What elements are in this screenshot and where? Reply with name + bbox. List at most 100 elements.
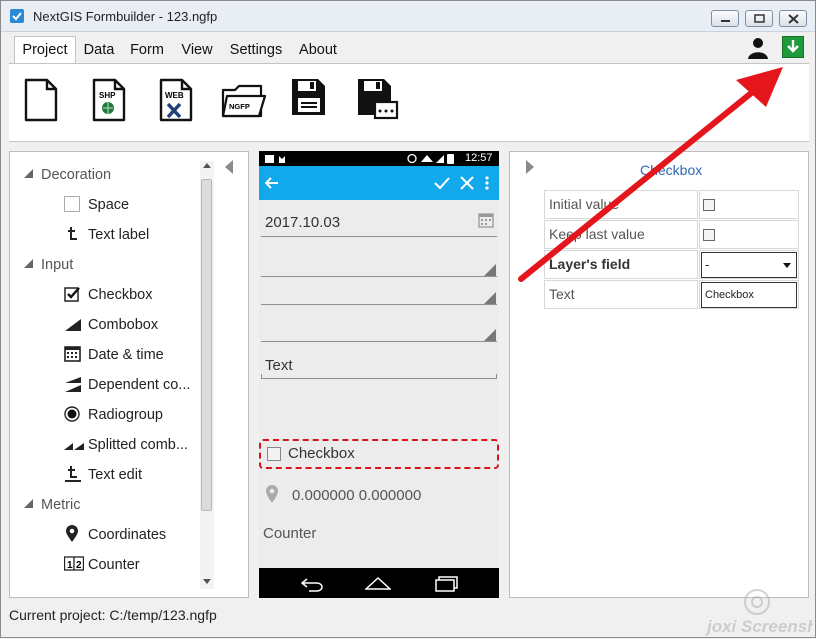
watermark-text: joxi Screenshot	[705, 617, 813, 636]
initial-value-checkbox[interactable]	[703, 199, 715, 211]
tab-project[interactable]: Project	[14, 36, 76, 64]
nav-recents-icon[interactable]	[435, 576, 459, 592]
expand-icon	[24, 259, 33, 268]
dependent-combobox-icon	[64, 375, 82, 393]
close-button[interactable]	[779, 10, 807, 27]
tab-about[interactable]: About	[295, 38, 341, 62]
app-window: NextGIS Formbuilder - 123.ngfp Project D…	[0, 0, 816, 638]
svg-text:2: 2	[76, 560, 82, 571]
phone-form-screen: 2017.10.03 Text Checkbox 0.000000 0.0000…	[259, 200, 499, 568]
tree-group-input[interactable]: Input	[10, 254, 200, 276]
project-toolbar: SHP WEB NGFP	[9, 63, 809, 142]
web-file-icon[interactable]: WEB	[158, 78, 204, 128]
user-icon[interactable]	[746, 37, 770, 59]
property-row: Layer's field -	[544, 250, 800, 280]
cancel-icon[interactable]	[460, 176, 474, 190]
title-bar: NextGIS Formbuilder - 123.ngfp	[1, 1, 815, 32]
nav-home-icon[interactable]	[365, 576, 391, 590]
highlighted-checkbox-frame: Checkbox	[259, 439, 499, 469]
tab-form[interactable]: Form	[127, 38, 167, 62]
text-property-input[interactable]: Checkbox	[701, 282, 797, 308]
scroll-thumb[interactable]	[201, 179, 212, 511]
collapse-right-icon[interactable]	[526, 160, 534, 174]
property-value: Checkbox	[699, 280, 799, 309]
minimize-button[interactable]	[711, 10, 739, 27]
dropdown-corner-icon	[484, 329, 496, 341]
svg-text:1: 1	[67, 560, 73, 571]
combobox-underline-1[interactable]	[261, 276, 497, 277]
splitted-combobox-icon	[64, 435, 84, 453]
system-status-icons	[407, 153, 454, 164]
combobox-underline-3[interactable]	[261, 341, 497, 342]
back-arrow-icon[interactable]	[265, 177, 279, 189]
scroll-up-icon[interactable]	[203, 163, 211, 168]
property-value[interactable]	[699, 190, 799, 219]
dropdown-corner-icon	[484, 292, 496, 304]
shp-file-icon[interactable]: SHP	[91, 78, 137, 128]
text-field-underline	[261, 378, 497, 379]
elements-scrollbar[interactable]	[200, 161, 214, 589]
expand-icon	[24, 169, 33, 178]
tree-item-dependent-combobox[interactable]: Dependent co...	[10, 374, 200, 396]
scroll-down-icon[interactable]	[203, 579, 211, 584]
property-row: Initial value	[544, 190, 800, 220]
property-row: Keep last value	[544, 220, 800, 250]
property-key: Text	[544, 280, 698, 309]
collapse-left-icon[interactable]	[225, 160, 233, 174]
phone-status-bar: 12:57	[259, 151, 499, 166]
expand-icon	[24, 499, 33, 508]
text-field-right-tick	[496, 374, 497, 379]
property-value[interactable]	[699, 220, 799, 249]
counter-label: Counter	[263, 525, 317, 542]
keep-last-value-checkbox[interactable]	[703, 229, 715, 241]
tree-group-metric[interactable]: Metric	[10, 494, 200, 516]
status-bar-text: Current project: C:/temp/123.ngfp	[9, 607, 217, 623]
radio-icon	[64, 405, 82, 423]
counter-icon: 12	[63, 555, 85, 573]
tree-item-space[interactable]: Space	[10, 194, 200, 216]
text-edit-icon	[64, 465, 82, 483]
ngfp-folder-icon[interactable]: NGFP	[221, 78, 271, 128]
date-field-value[interactable]: 2017.10.03	[265, 214, 340, 231]
ngfp-badge: NGFP	[229, 102, 250, 111]
phone-checkbox-label: Checkbox	[288, 445, 355, 462]
save-icon[interactable]	[291, 78, 337, 128]
combobox-underline-2[interactable]	[261, 304, 497, 305]
layer-field-select-value: -	[705, 257, 710, 272]
tab-data[interactable]: Data	[79, 38, 119, 62]
shp-badge: SHP	[99, 91, 116, 100]
text-field-left-tick	[261, 374, 262, 379]
new-file-icon[interactable]	[23, 78, 69, 128]
web-badge: WEB	[165, 91, 184, 100]
tree-item-counter[interactable]: 12 Counter	[10, 554, 200, 576]
tree-item-text-edit[interactable]: Text edit	[10, 464, 200, 486]
maximize-button[interactable]	[745, 10, 773, 27]
checkbox-icon	[64, 285, 82, 303]
layer-field-select[interactable]: -	[701, 252, 797, 278]
space-icon	[64, 196, 80, 212]
tree-item-checkbox[interactable]: Checkbox	[10, 284, 200, 306]
phone-checkbox[interactable]	[267, 447, 281, 461]
tree-item-radiogroup[interactable]: Radiogroup	[10, 404, 200, 426]
text-field-value[interactable]: Text	[265, 357, 293, 374]
date-field-underline	[261, 236, 497, 237]
menu-tabs: Project Data Form View Settings About	[9, 36, 809, 64]
property-key: Keep last value	[544, 220, 698, 249]
tree-group-decoration[interactable]: Decoration	[10, 164, 200, 186]
more-icon[interactable]	[484, 176, 490, 190]
nav-back-icon[interactable]	[299, 576, 325, 592]
screenshot-watermark: joxi Screenshot	[701, 588, 816, 636]
calendar-icon[interactable]	[478, 212, 494, 228]
tree-item-coordinates[interactable]: Coordinates	[10, 524, 200, 546]
tree-item-text-label[interactable]: Text label	[10, 224, 200, 246]
tree-item-combobox[interactable]: Combobox	[10, 314, 200, 336]
tree-item-splitted-combobox[interactable]: Splitted comb...	[10, 434, 200, 456]
tree-item-date-time[interactable]: Date & time	[10, 344, 200, 366]
download-update-button[interactable]	[782, 36, 804, 58]
save-as-icon[interactable]	[357, 78, 403, 128]
calendar-icon	[64, 345, 82, 363]
accept-icon[interactable]	[434, 176, 450, 190]
tab-view[interactable]: View	[177, 38, 217, 62]
window-title: NextGIS Formbuilder - 123.ngfp	[33, 9, 218, 24]
tab-settings[interactable]: Settings	[225, 38, 287, 62]
